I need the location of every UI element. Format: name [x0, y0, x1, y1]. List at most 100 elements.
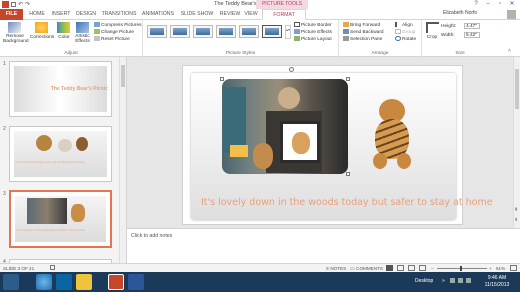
notes-pane[interactable]: Click to add notes [127, 228, 520, 262]
tab-file[interactable]: FILE [0, 9, 23, 20]
redo-icon[interactable]: ↷ [25, 1, 30, 8]
tab-view[interactable]: VIEW [243, 10, 259, 19]
align-button[interactable]: Align [395, 22, 413, 29]
tab-transitions[interactable]: TRANSITIONS [101, 10, 137, 19]
notes-placeholder[interactable]: Click to add notes [131, 233, 172, 239]
woman-holding-frame-photo[interactable] [222, 79, 348, 174]
corrections-button[interactable]: Corrections [29, 21, 55, 47]
slide-thumbnail-1[interactable]: The Teddy Bear's Picnic [9, 61, 112, 117]
tab-animations[interactable]: ANIMATIONS [141, 10, 175, 19]
size-group: Crop Height: 4.47" Width: 5.42" Size [422, 20, 498, 57]
zoom-slider-thumb[interactable] [460, 266, 462, 271]
network-icon[interactable] [458, 278, 463, 283]
crop-button[interactable]: Crop [425, 21, 439, 45]
picture-style-5[interactable] [239, 25, 259, 38]
avatar[interactable] [507, 10, 516, 19]
picture-style-3[interactable] [193, 25, 213, 38]
next-slide-icon[interactable]: ⇟ [514, 217, 518, 223]
picture-effects-button[interactable]: Picture Effects [294, 29, 332, 36]
zoom-level[interactable]: 61% [496, 265, 505, 272]
tab-insert[interactable]: INSERT [51, 10, 71, 19]
selection-pane-button[interactable]: Selection Pane [343, 36, 382, 43]
start-button[interactable] [3, 274, 19, 290]
internet-explorer-icon[interactable] [36, 274, 52, 290]
artistic-effects-button[interactable]: Artistic Effects [73, 21, 92, 47]
rotate-button[interactable]: Rotate [395, 36, 416, 43]
flag-icon[interactable] [450, 278, 455, 283]
compress-pictures-button[interactable]: Compress Pictures [94, 22, 142, 29]
width-label: Width: [441, 33, 455, 38]
close-icon[interactable]: ✕ [506, 0, 518, 9]
picture-style-1[interactable] [147, 25, 167, 38]
picture-style-4[interactable] [216, 25, 236, 38]
styles-gallery-scroll[interactable]: ▴▾ [285, 25, 291, 39]
tab-review[interactable]: REVIEW [219, 10, 241, 19]
collapse-ribbon-icon[interactable]: ˄ [508, 48, 511, 54]
picture-style-6[interactable] [262, 25, 282, 38]
file-explorer-icon[interactable] [76, 274, 92, 290]
tab-design[interactable]: DESIGN [75, 10, 97, 19]
tab-format[interactable]: FORMAT [262, 9, 306, 20]
remove-background-button[interactable]: Remove Background [3, 21, 29, 47]
minimize-icon[interactable]: – [482, 0, 494, 9]
color-button[interactable]: Color [56, 21, 72, 47]
zoom-slider[interactable] [437, 268, 487, 269]
previous-slide-icon[interactable]: ⇞ [514, 207, 518, 213]
bring-forward-button[interactable]: Bring Forward [343, 22, 380, 29]
picture-effects-icon [294, 29, 300, 34]
rotate-handle[interactable] [289, 67, 294, 72]
reset-picture-button[interactable]: Reset Picture [94, 36, 130, 43]
picture-styles-group-label: Picture Styles [225, 51, 256, 56]
zoom-out-icon[interactable]: – [431, 265, 434, 272]
volume-icon[interactable] [466, 278, 471, 283]
normal-view-icon[interactable] [386, 265, 393, 271]
height-input[interactable]: 4.47" [464, 23, 480, 29]
fit-slide-icon[interactable] [510, 265, 517, 271]
send-backward-button[interactable]: Send Backward [343, 29, 384, 36]
width-input[interactable]: 5.42" [464, 32, 480, 38]
tab-home[interactable]: HOME [27, 10, 47, 19]
spelling-icon[interactable] [50, 265, 55, 270]
slide-show-icon[interactable] [419, 265, 426, 271]
powerpoint-taskbar-icon[interactable] [108, 274, 124, 290]
scroll-thumb[interactable] [515, 69, 519, 109]
slide-canvas[interactable]: It's lovely down in the woods today but … [182, 65, 493, 225]
picture-layout-button[interactable]: Picture Layout [294, 36, 332, 43]
picture-border-button[interactable]: Picture Border [294, 22, 332, 29]
restore-icon[interactable]: ▫ [494, 0, 506, 9]
reading-view-icon[interactable] [408, 265, 415, 271]
zoom-in-icon[interactable]: + [489, 265, 492, 272]
resize-handle[interactable] [220, 77, 224, 81]
arrange-group: Bring Forward Send Backward Selection Pa… [339, 20, 422, 57]
small-tiger-bear[interactable] [253, 143, 273, 169]
desktop-toolbar[interactable]: Desktop [415, 278, 433, 284]
resize-handle[interactable] [346, 77, 350, 81]
tab-slide-show[interactable]: SLIDE SHOW [179, 10, 215, 19]
color-label: Color [58, 35, 70, 40]
tiger-teddy-bear-image[interactable] [369, 99, 415, 171]
clock-time[interactable]: 9:46 AM [480, 275, 514, 281]
resize-handle[interactable] [346, 172, 350, 176]
word-icon[interactable] [128, 274, 144, 290]
change-picture-button[interactable]: Change Picture [94, 29, 134, 36]
undo-icon[interactable]: ↶ [18, 1, 23, 8]
scroll-thumb[interactable] [121, 65, 125, 87]
save-icon[interactable] [11, 2, 16, 7]
align-icon [395, 22, 401, 27]
slide-thumbnail-3[interactable]: It's lovely down in the woods today but … [9, 190, 112, 248]
teddy-bear-image [58, 139, 72, 152]
group-button[interactable]: Group [395, 29, 415, 36]
picture-style-2[interactable] [170, 25, 190, 38]
slide-thumbnail-2[interactable]: Lots of marvelous things to eat, and won… [9, 126, 112, 182]
slide-sorter-icon[interactable] [397, 265, 404, 271]
tray-chevron-icon[interactable]: » [442, 278, 445, 284]
user-name[interactable]: Elizabeth Norfo [443, 10, 477, 16]
help-icon[interactable]: ? [470, 0, 482, 9]
editor-scrollbar[interactable]: ⇞ ⇟ [513, 57, 520, 228]
slide-caption-text[interactable]: It's lovely down in the woods today but … [201, 197, 493, 208]
remove-background-label: Remove Background [3, 34, 29, 44]
thumbnail-scrollbar[interactable] [119, 57, 126, 271]
clock-date[interactable]: 11/15/2013 [480, 282, 514, 288]
color-icon [57, 22, 70, 33]
outlook-icon[interactable] [56, 274, 72, 290]
